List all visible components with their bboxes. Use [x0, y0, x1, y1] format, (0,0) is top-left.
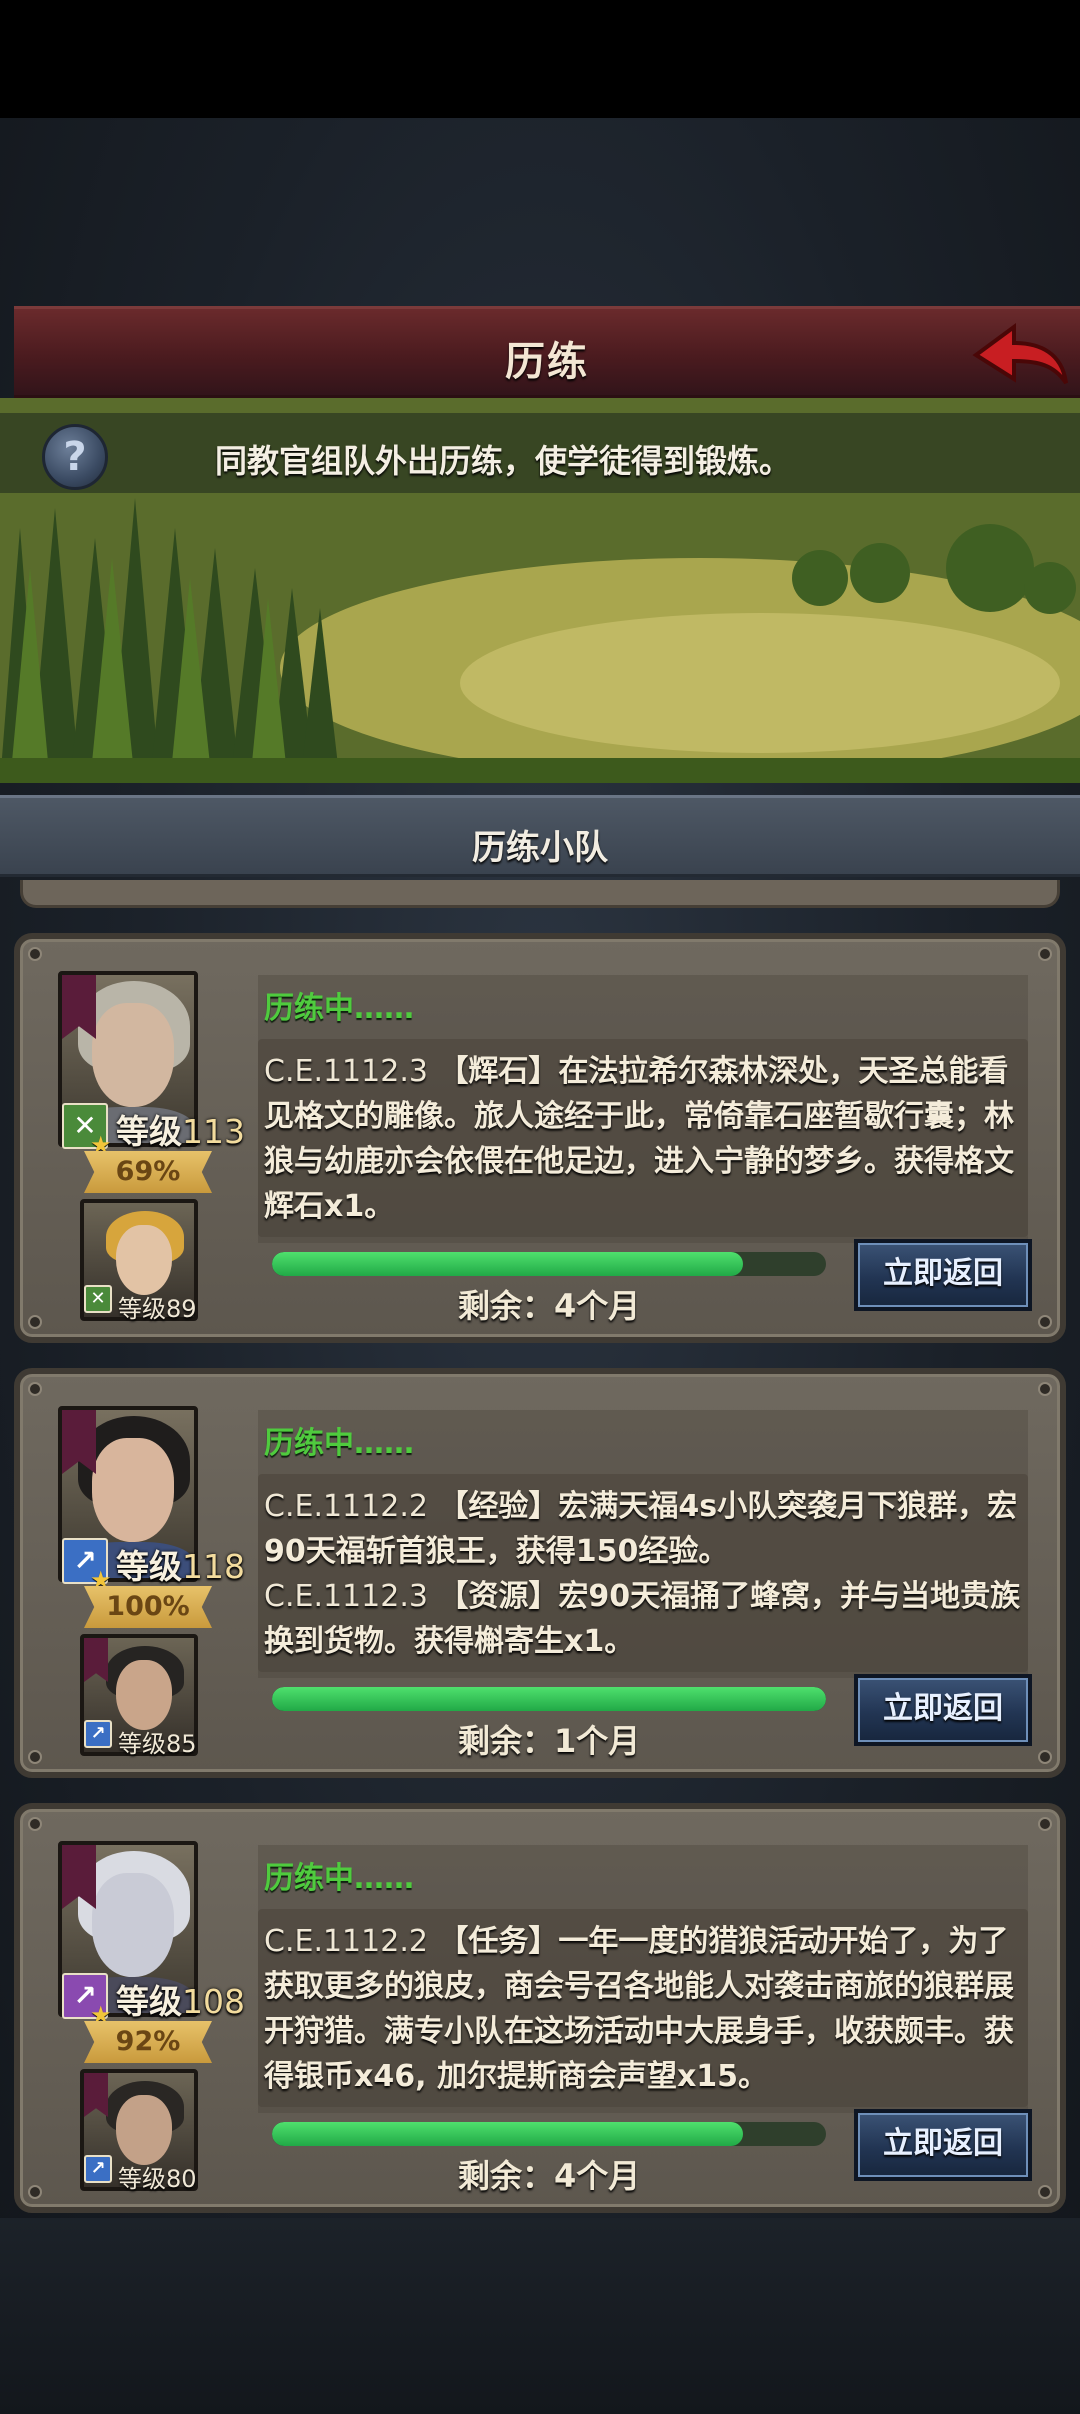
help-icon[interactable]: ? [42, 424, 108, 490]
training-status: 历练中…… [264, 1426, 414, 1461]
level-label: 等级 [116, 1112, 182, 1151]
rivet [1038, 1817, 1052, 1831]
level-value: 113 [182, 1112, 245, 1151]
rivet [1038, 2185, 1052, 2199]
level-value: 118 [182, 1547, 245, 1586]
return-now-button[interactable]: 立即返回 [854, 1239, 1032, 1311]
return-now-button[interactable]: 立即返回 [854, 2109, 1032, 2181]
training-progress-fill [272, 2122, 743, 2146]
level-label: 等级 [116, 1982, 182, 2021]
team-card: ✕ ★ 等级113 69% ✕ 等级89 历练中…… C.E.1112.3 【辉… [14, 933, 1066, 1343]
rivet [1038, 1315, 1052, 1329]
training-log: C.E.1112.3 【辉石】在法拉希尔森林深处，天圣总能看见格文的雕像。旅人途… [264, 1049, 1030, 1229]
status-bar [0, 0, 1080, 118]
section-header: 历练小队 [0, 795, 1080, 877]
apprentice-level: 等级89 [118, 1295, 197, 1323]
instructor-progress-badge: 92% [84, 2021, 212, 2063]
instructor-level: 等级113 [116, 1105, 245, 1153]
training-progress-fill [272, 1687, 826, 1711]
scrolled-card-edge [20, 880, 1060, 908]
return-now-button[interactable]: 立即返回 [854, 1674, 1032, 1746]
training-progress-bar [272, 2122, 826, 2146]
team-card: ↗ ★ 等级108 92% ↗ 等级80 历练中…… C.E.1112.2 【任… [14, 1803, 1066, 2213]
spear-class-icon: ↗ [84, 2155, 112, 2183]
back-button[interactable] [970, 321, 1070, 391]
bottom-area [0, 2218, 1080, 2414]
instructor-progress-badge: 69% [84, 1151, 212, 1193]
remaining-time: 剩余：4个月 [458, 2157, 641, 2195]
instructor-level: 等级108 [116, 1975, 245, 2023]
training-progress-bar [272, 1252, 826, 1276]
rivet [28, 2185, 42, 2199]
training-log: C.E.1112.2 【经验】宏满天福4s小队突袭月下狼群，宏90天福斩首狼王，… [264, 1484, 1030, 1664]
banner-description: 同教官组队外出历练，使学徒得到锻炼。 [215, 442, 792, 480]
sword-class-icon: ✕ [84, 1285, 112, 1313]
instructor-level: 等级118 [116, 1540, 245, 1588]
rivet [28, 1315, 42, 1329]
apprentice-level: 等级85 [118, 1730, 197, 1758]
rivet [28, 1750, 42, 1764]
rivet [28, 1817, 42, 1831]
training-status: 历练中…… [264, 1861, 414, 1896]
training-log: C.E.1112.2 【任务】一年一度的猎狼活动开始了，为了获取更多的狼皮，商会… [264, 1919, 1030, 2099]
remaining-time: 剩余：4个月 [458, 1287, 641, 1325]
training-progress-fill [272, 1252, 743, 1276]
level-value: 108 [182, 1982, 245, 2021]
log-date: C.E.1112.3 [264, 1579, 428, 1614]
instructor-progress-badge: 100% [84, 1586, 212, 1628]
level-label: 等级 [116, 1547, 182, 1586]
log-date: C.E.1112.2 [264, 1489, 428, 1524]
page-title: 历练 [505, 339, 589, 385]
back-arrow-icon [972, 323, 1068, 385]
rivet [1038, 1382, 1052, 1396]
team-card: ↗ ★ 等级118 100% ↗ 等级85 历练中…… C.E.1112.2 【… [14, 1368, 1066, 1778]
section-title: 历练小队 [472, 828, 608, 868]
training-status: 历练中…… [264, 991, 414, 1026]
training-progress-bar [272, 1687, 826, 1711]
spear-class-icon: ↗ [84, 1720, 112, 1748]
log-date: C.E.1112.2 [264, 1924, 428, 1959]
remaining-time: 剩余：1个月 [458, 1722, 641, 1760]
rivet [28, 947, 42, 961]
rivet [1038, 947, 1052, 961]
rivet [28, 1382, 42, 1396]
rivet [1038, 1750, 1052, 1764]
scenery-banner: ? 同教官组队外出历练，使学徒得到锻炼。 [0, 398, 1080, 783]
apprentice-level: 等级80 [118, 2165, 197, 2193]
log-date: C.E.1112.3 [264, 1054, 428, 1089]
title-bar: 历练 [14, 306, 1080, 398]
